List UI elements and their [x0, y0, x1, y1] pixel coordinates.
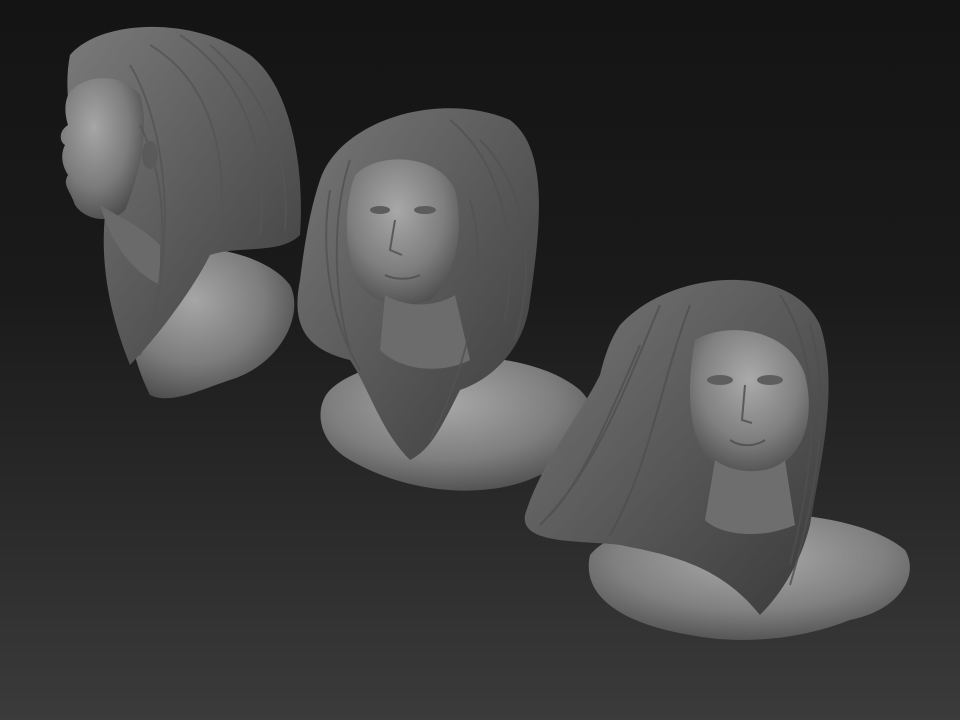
bust-side-profile	[60, 26, 301, 399]
viewport-canvas[interactable]	[0, 0, 960, 720]
bust-front	[524, 279, 910, 640]
